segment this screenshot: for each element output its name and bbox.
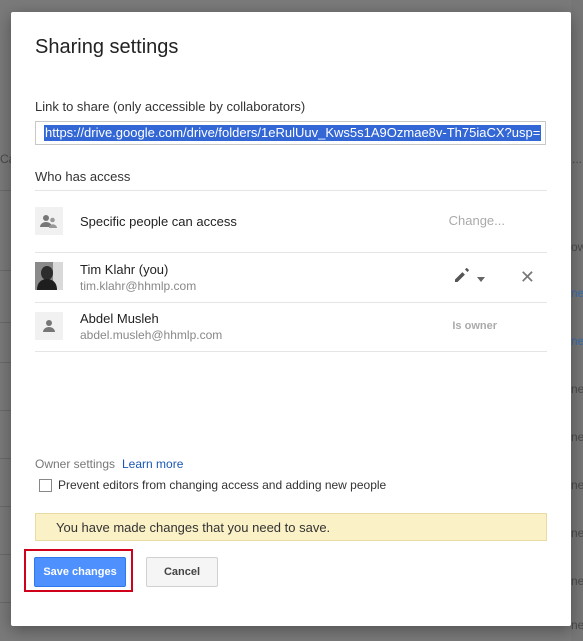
background-link: ne [571, 334, 583, 348]
divider [35, 351, 547, 352]
prevent-editors-checkbox[interactable] [39, 478, 52, 492]
people-icon [35, 207, 63, 235]
save-button[interactable]: Save changes [34, 557, 126, 587]
person-row: Abdel Musleh abdel.musleh@hhmlp.com Is o… [35, 302, 547, 352]
person-row: Tim Klahr (you) tim.klahr@hhmlp.com ✕ [35, 252, 547, 302]
access-mode-row: Specific people can access Change... [35, 190, 547, 252]
person-email: abdel.musleh@hhmlp.com [80, 328, 223, 342]
owner-settings-label: Owner settings [35, 457, 116, 471]
access-mode-label: Specific people can access [80, 214, 237, 229]
notice-text: You have made changes that you need to s… [56, 520, 331, 535]
link-value[interactable]: https://drive.google.com/drive/folders/1… [45, 125, 540, 141]
link-field[interactable]: https://drive.google.com/drive/folders/1… [35, 121, 546, 145]
dialog-title: Sharing settings [35, 36, 179, 58]
pencil-icon [453, 266, 471, 289]
background-text: ne [571, 430, 583, 444]
background-text: ... [572, 152, 583, 166]
cancel-button[interactable]: Cancel [146, 557, 218, 587]
avatar [35, 262, 63, 290]
background-text: ne [571, 618, 583, 632]
chevron-down-icon [477, 269, 485, 287]
unsaved-changes-notice: You have made changes that you need to s… [35, 513, 547, 541]
background-right-edge: ... ow ne ne ne ne ne ne ne ne [571, 0, 583, 641]
sharing-settings-dialog: Sharing settings Link to share (only acc… [11, 12, 571, 626]
learn-more-link[interactable]: Learn more [122, 457, 183, 471]
background-text: ne [571, 574, 583, 588]
background-text: ne [571, 526, 583, 540]
person-icon [35, 312, 63, 340]
prevent-editors-option[interactable]: Prevent editors from changing access and… [39, 478, 386, 492]
background-text: ow [571, 240, 583, 254]
change-access-link[interactable]: Change... [449, 213, 505, 228]
close-icon[interactable]: ✕ [520, 267, 535, 288]
prevent-editors-label: Prevent editors from changing access and… [58, 478, 387, 492]
permission-dropdown[interactable] [453, 266, 485, 289]
background-link: ne [571, 286, 583, 300]
background-text: ne [571, 478, 583, 492]
link-label: Link to share (only accessible by collab… [35, 99, 306, 114]
background-text: ne [571, 382, 583, 396]
who-has-access-heading: Who has access [35, 169, 131, 184]
person-name: Abdel Musleh [80, 311, 159, 326]
owner-role-label: Is owner [452, 320, 497, 332]
person-name: Tim Klahr (you) [80, 262, 169, 277]
person-email: tim.klahr@hhmlp.com [80, 279, 197, 293]
